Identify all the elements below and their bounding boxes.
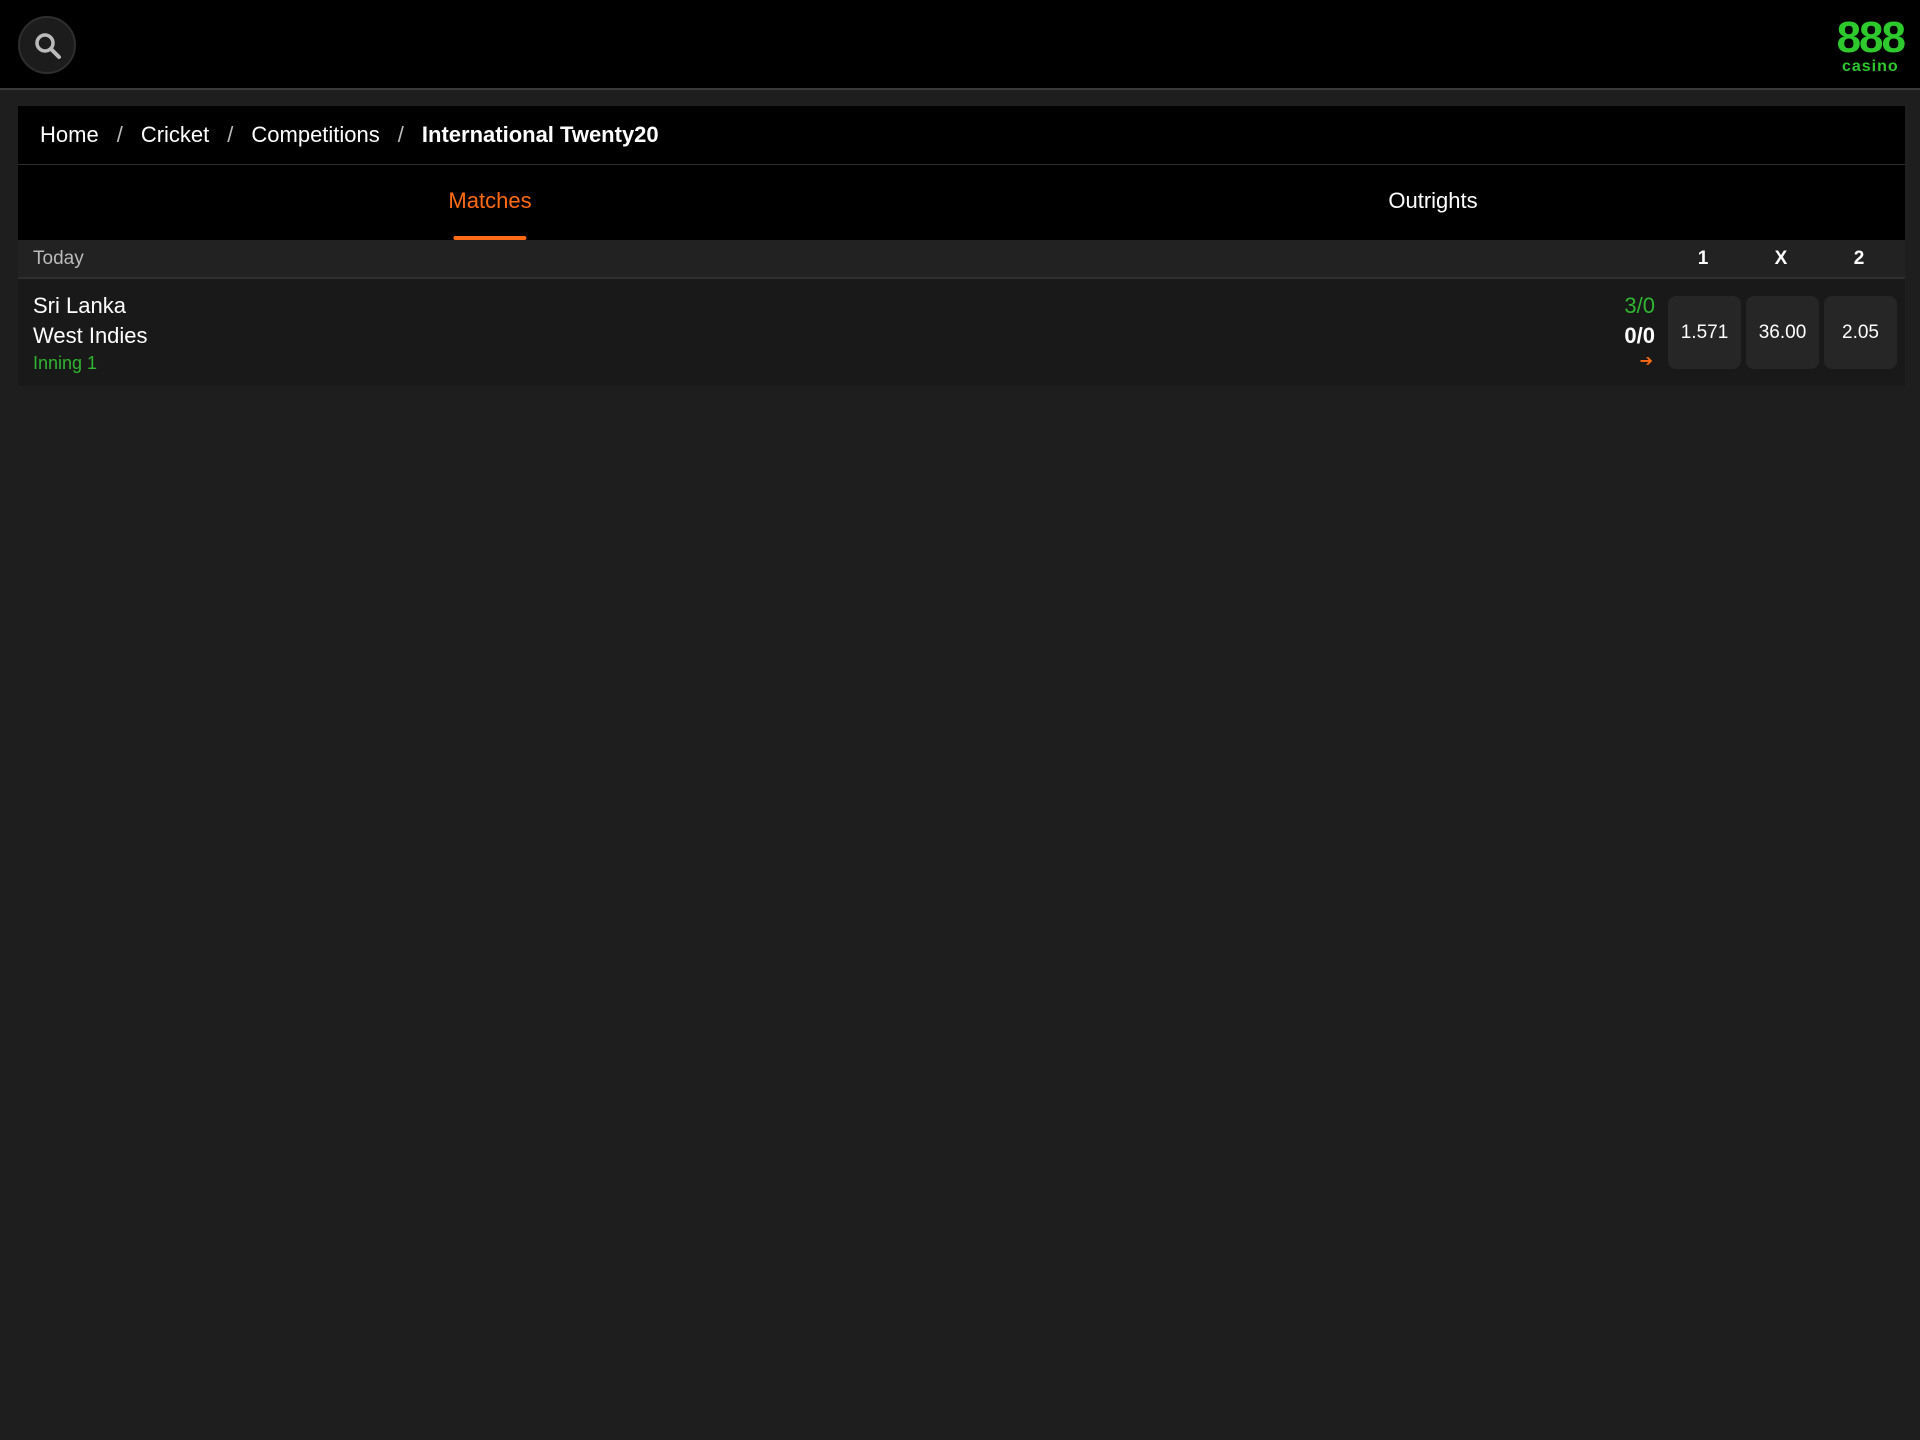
breadcrumb: Home / Cricket / Competitions / Internation… xyxy=(18,106,1905,165)
odds-button-away[interactable]: 2.05 xyxy=(1824,296,1897,369)
logo-word: casino xyxy=(1841,58,1899,75)
breadcrumb-competitions[interactable]: Competitions xyxy=(251,122,379,148)
column-draw: X xyxy=(1774,248,1788,269)
tab-matches[interactable]: Matches xyxy=(448,165,532,240)
search-icon xyxy=(35,33,61,59)
match-row[interactable]: Sri Lanka West Indies Inning 1 3/0 0/0 ➔… xyxy=(18,279,1905,386)
section-header: Today 1 X 2 xyxy=(18,240,1905,279)
column-away: 2 xyxy=(1853,248,1865,269)
top-header: 888 casino xyxy=(0,0,1920,90)
breadcrumb-separator: / xyxy=(116,122,123,147)
tab-outrights[interactable]: Outrights xyxy=(1388,165,1477,240)
away-team: West Indies xyxy=(33,323,148,348)
home-team: Sri Lanka xyxy=(33,293,126,318)
logo-number: 888 xyxy=(1836,13,1906,62)
breadcrumb-cricket[interactable]: Cricket xyxy=(141,122,209,148)
search-button[interactable] xyxy=(18,16,76,74)
home-score: 3/0 xyxy=(1624,293,1655,318)
breadcrumb-separator: / xyxy=(227,122,234,147)
odds-button-home[interactable]: 1.571 xyxy=(1668,296,1741,369)
section-label: Today xyxy=(33,248,84,269)
breadcrumb-current: International Twenty20 xyxy=(421,122,659,147)
match-status: Inning 1 xyxy=(33,353,98,373)
tab-bar: Matches Outrights xyxy=(18,165,1905,240)
breadcrumb-home[interactable]: Home xyxy=(40,122,99,148)
breadcrumb-separator: / xyxy=(397,122,404,147)
away-score: 0/0 xyxy=(1624,323,1655,348)
odds-button-draw[interactable]: 36.00 xyxy=(1746,296,1819,369)
column-home: 1 xyxy=(1697,248,1709,269)
arrow-right-icon[interactable]: ➔ xyxy=(1640,351,1653,371)
brand-logo[interactable]: 888 casino xyxy=(1836,13,1906,76)
content: Home / Cricket / Competitions / Internation… xyxy=(18,106,1905,386)
